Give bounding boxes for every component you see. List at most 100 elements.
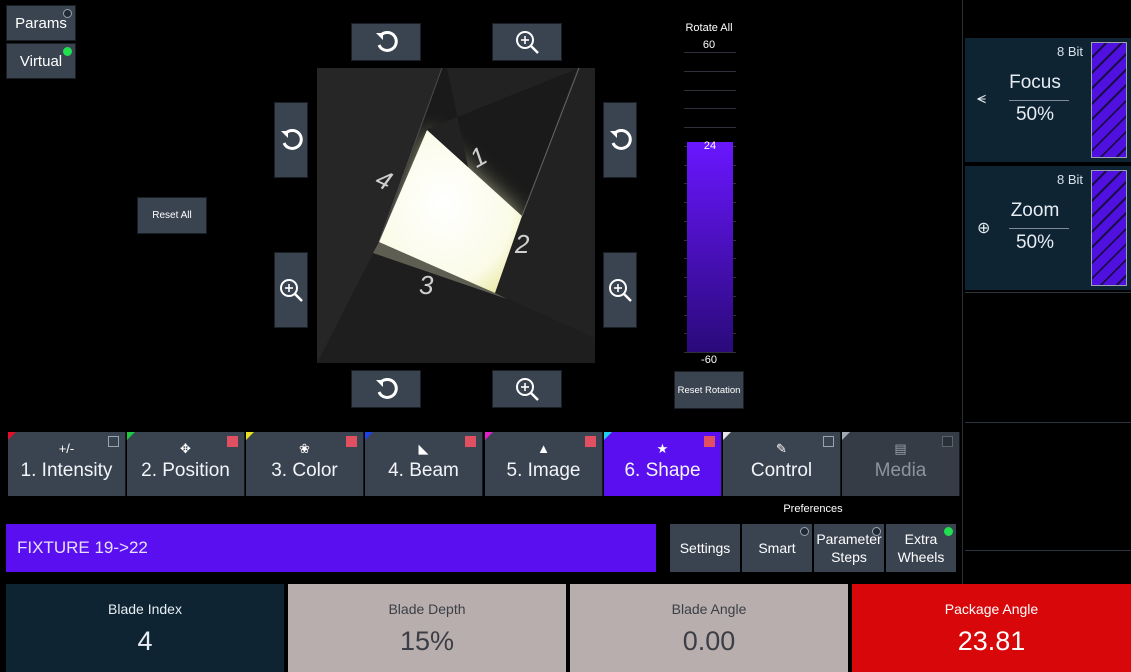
card-title: Blade Index [108,601,182,617]
reset-all-label: Reset All [152,210,192,221]
rotate-top-button[interactable] [351,23,421,61]
reset-all-button[interactable]: Reset All [137,197,207,234]
tab-media[interactable]: ▤ Media [842,432,960,496]
tab-indicator [346,436,357,447]
fader-tick [684,71,736,72]
smart-label: Smart [758,540,796,556]
zoom-left-button[interactable] [274,252,308,328]
tab-control[interactable]: ✎ Control [723,432,841,496]
zoom-top-button[interactable] [492,23,562,61]
encoder-zoom[interactable]: 8 Bit Zoom 50% ⊕ [965,166,1131,290]
blade-angle-card[interactable]: Blade Angle 0.00 [570,584,848,672]
rotate-right-button[interactable] [603,102,637,178]
smart-indicator [800,527,809,536]
rotate-bottom-button[interactable] [351,370,421,408]
extra-wheels-label-2: Wheels [897,549,945,565]
zoom-icon [516,378,539,401]
tab-corner [604,432,612,440]
parameter-steps-label-2: Steps [831,549,867,565]
reset-rotation-button[interactable]: Reset Rotation [674,371,744,409]
zoom-right-button[interactable] [603,252,637,328]
blade-depth-card[interactable]: Blade Depth 15% [288,584,566,672]
shape-preview[interactable]: 1 2 3 4 [317,67,595,363]
tab-label: 1. Intensity [20,460,113,481]
card-title: Blade Depth [388,601,466,617]
tab-label: 2. Position [141,460,230,481]
tab-image[interactable]: ▲ 5. Image [485,432,603,496]
reset-rotation-label: Reset Rotation [677,384,741,396]
tab-corner [842,432,850,440]
zoom-level-bar [1091,170,1127,286]
card-title: Package Angle [944,601,1039,617]
tab-corner [723,432,731,440]
zoom-icon [609,279,632,302]
tab-indicator [108,436,119,447]
tab-intensity[interactable]: +/- 1. Intensity [8,432,126,496]
card-value: 4 [137,626,153,656]
tab-label: 4. Beam [388,460,459,481]
tab-color[interactable]: ❀ 3. Color [246,432,364,496]
tab-shape[interactable]: ★ 6. Shape [604,432,722,496]
tab-indicator [704,436,715,447]
tab-corner [485,432,493,440]
tab-corner [246,432,254,440]
params-label: Params [15,14,67,32]
divider [962,0,963,672]
settings-label: Settings [679,540,731,556]
rotate-all-fader[interactable] [684,52,736,353]
focus-level-bar [1091,42,1127,158]
tab-label: Media [874,460,927,481]
virtual-label: Virtual [19,52,63,70]
zoom-icon [280,279,303,302]
focus-bits: 8 Bit [1056,44,1083,59]
focus-divider [1009,100,1069,101]
parameter-steps-indicator [872,527,881,536]
rotate-left-button[interactable] [274,102,308,178]
rotate-fader-fill [687,142,733,352]
blade-index-card[interactable]: Blade Index 4 [6,584,284,672]
card-value: 23.81 [957,626,1026,656]
extra-wheels-label-1: Extra [904,531,938,547]
rotate-icon [376,377,398,399]
tab-corner [127,432,135,440]
preferences-title: Preferences [783,503,843,515]
rotate-icon [376,30,398,52]
zoom-icon [516,31,539,54]
zoom-icon: ⊕ [977,220,991,237]
tab-indicator [227,436,238,447]
zoom-bottom-button[interactable] [492,370,562,408]
blade-label-3: 3 [419,270,434,300]
encoder-empty-2 [965,422,1131,548]
zoom-divider [1009,228,1069,229]
rotate-max-label: 60 [702,39,716,51]
fader-tick [684,52,736,53]
encoder-focus[interactable]: 8 Bit Focus 50% ⪪ [965,38,1131,162]
tab-beam[interactable]: ◣ 4. Beam [365,432,483,496]
fixture-label: FIXTURE 19->22 [17,538,148,557]
package-angle-card[interactable]: Package Angle 23.81 [852,584,1131,672]
zoom-bits: 8 Bit [1056,172,1083,187]
right-header [965,0,1131,36]
fader-tick [684,352,736,353]
tab-indicator [465,436,476,447]
card-value: 0.00 [682,626,736,656]
settings-button[interactable]: Settings [670,524,740,572]
fader-tick [684,127,736,128]
fixture-selection-bar[interactable]: FIXTURE 19->22 [6,524,656,572]
extra-wheels-indicator [944,527,953,536]
tab-label: 6. Shape [624,460,701,481]
parameter-steps-button[interactable]: Parameter Steps [814,524,884,572]
fader-tick [684,90,736,91]
params-button[interactable]: Params [6,5,76,41]
rotate-all-title: Rotate All [685,22,733,34]
tab-corner [365,432,373,440]
smart-button[interactable]: Smart [742,524,812,572]
card-value: 15% [399,626,455,656]
virtual-indicator [63,47,72,56]
tab-label: Control [750,460,813,481]
blade-label-2: 2 [514,229,530,259]
virtual-button[interactable]: Virtual [6,43,76,79]
tab-position[interactable]: ✥ 2. Position [127,432,245,496]
rotate-min-label: -60 [701,354,717,366]
extra-wheels-button[interactable]: Extra Wheels [886,524,956,572]
